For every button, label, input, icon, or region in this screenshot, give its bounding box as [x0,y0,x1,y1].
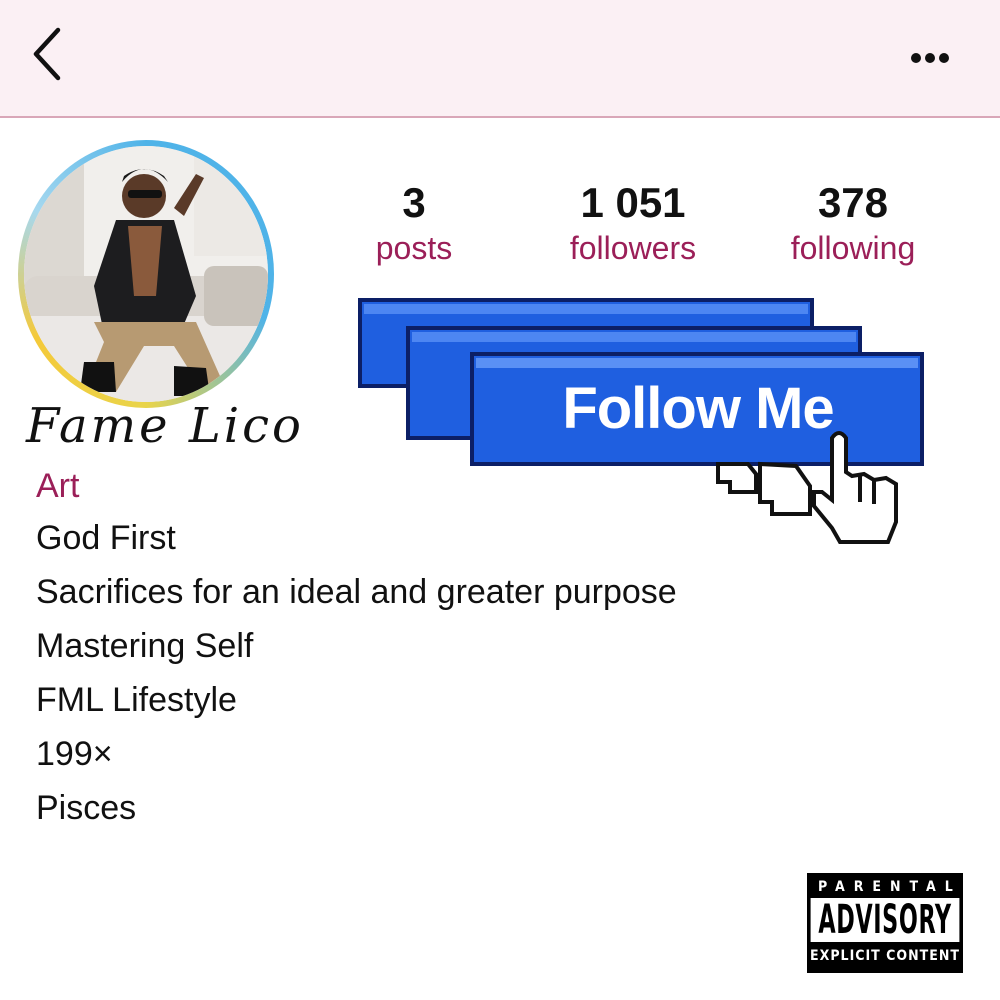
avatar[interactable] [18,140,274,408]
advisory-bottom-text: EXPLICIT CONTENT [810,948,960,964]
follow-me-label: Follow Me [562,376,833,441]
following-count: 378 [817,179,889,226]
stat-followers[interactable]: 1 051 followers [533,178,733,268]
following-label: following [790,230,916,266]
more-horizontal-icon [911,53,949,63]
bio-line: Pisces [36,789,137,827]
bio-line: Mastering Self [36,627,254,665]
top-navigation-bar [0,0,1000,118]
bio: God First Sacrifices for an ideal and gr… [36,516,677,840]
more-options-button[interactable] [900,40,960,76]
bio-line: Sacrifices for an ideal and greater purp… [36,573,677,611]
followers-count: 1 051 [580,179,686,226]
display-name: Fame Lico [26,398,304,454]
back-button[interactable] [24,22,74,86]
advisory-top-text: PARENTAL [818,879,962,895]
bio-line: FML Lifestyle [36,681,237,719]
stat-posts[interactable]: 3 posts [314,178,514,268]
advisory-middle-text: ADVISORY [810,898,960,942]
stat-following[interactable]: 378 following [753,178,953,268]
bio-line: 199× [36,735,113,773]
posts-count: 3 [402,179,426,226]
parental-advisory-label: PARENTAL ADVISORY EXPLICIT CONTENT [807,873,963,973]
chevron-left-icon [33,27,61,81]
posts-label: posts [375,230,453,266]
followers-label: followers [569,230,697,266]
profile-category: Art [36,467,80,505]
profile-photo [24,146,268,402]
bio-line: God First [36,519,176,557]
